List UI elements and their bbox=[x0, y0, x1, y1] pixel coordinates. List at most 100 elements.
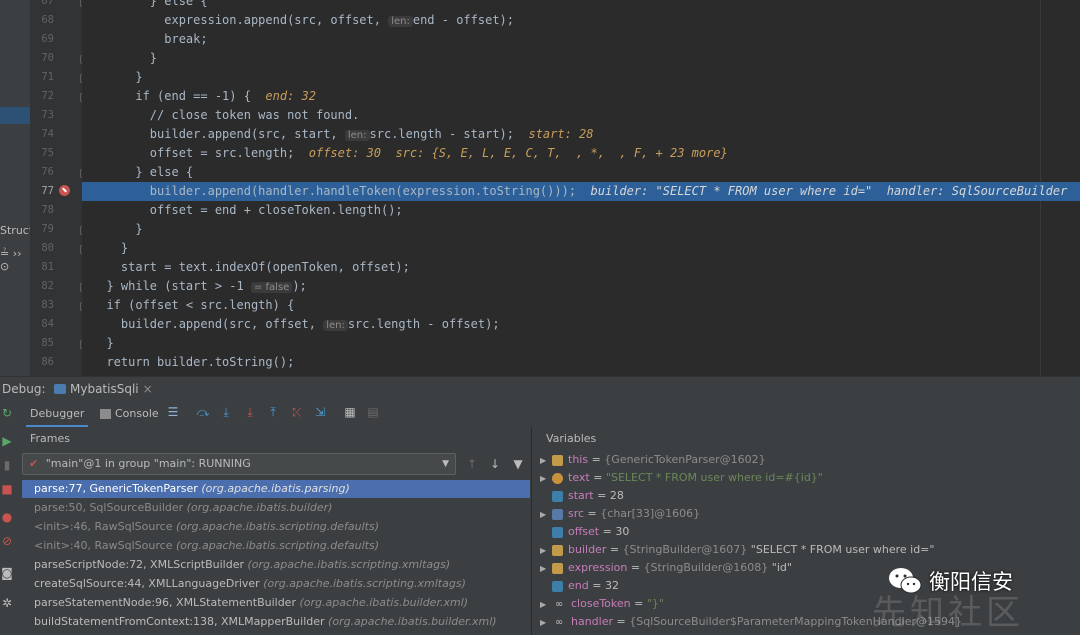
code-line[interactable]: } else { bbox=[82, 163, 1080, 182]
variable-row[interactable]: ▶ text = "SELECT * FROM user where id=#{i… bbox=[540, 469, 1080, 487]
code-line[interactable]: if (offset < src.length) { bbox=[82, 296, 1080, 315]
code-text: start = text.indexOf(openToken, offset); bbox=[92, 258, 410, 277]
variable-row[interactable]: start = 28 bbox=[540, 487, 1080, 505]
tab-debugger[interactable]: Debugger bbox=[26, 402, 89, 427]
stack-frame-row[interactable]: parseScriptNode:72, XMLScriptBuilder (or… bbox=[22, 556, 530, 574]
line-number[interactable]: 75 bbox=[30, 144, 54, 163]
expand-arrow-icon[interactable]: ▶ bbox=[540, 560, 550, 577]
code-line[interactable]: break; bbox=[82, 30, 1080, 49]
frame-package: (org.apache.ibatis.scripting.xmltags) bbox=[247, 558, 451, 571]
code-editor[interactable]: } else { expression.append(src, offset, … bbox=[82, 0, 1080, 376]
breakpoint-icon[interactable] bbox=[59, 185, 70, 196]
close-tab-icon[interactable]: × bbox=[143, 379, 153, 399]
expand-arrow-icon[interactable]: ▶ bbox=[540, 452, 550, 469]
step-into-icon[interactable]: ⤓ bbox=[243, 405, 257, 419]
line-number[interactable]: 76 bbox=[30, 163, 54, 182]
trace-icon[interactable]: ▤ bbox=[366, 405, 380, 419]
code-line[interactable]: } else { bbox=[82, 0, 1080, 11]
code-line[interactable]: builder.append(src, start, len: src.lengt… bbox=[82, 125, 1080, 144]
line-number[interactable]: 78 bbox=[30, 201, 54, 220]
code-line[interactable]: start = text.indexOf(openToken, offset); bbox=[82, 258, 1080, 277]
code-line[interactable]: offset = src.length; offset: 30 src: {S,… bbox=[82, 144, 1080, 163]
line-number[interactable]: 85 bbox=[30, 334, 54, 353]
line-number[interactable]: 81 bbox=[30, 258, 54, 277]
code-line[interactable]: return builder.toString(); bbox=[82, 353, 1080, 372]
pause-icon[interactable]: ▮ bbox=[0, 458, 14, 472]
line-number[interactable]: 86 bbox=[30, 353, 54, 372]
variable-type: {GenericTokenParser@1602} bbox=[604, 453, 766, 466]
expand-arrow-icon[interactable]: ▶ bbox=[540, 470, 550, 487]
code-line[interactable]: offset = end + closeToken.length(); bbox=[82, 201, 1080, 220]
line-number[interactable]: 69 bbox=[30, 30, 54, 49]
line-number[interactable]: 72 bbox=[30, 87, 54, 106]
view-breakpoints-icon[interactable]: ● bbox=[0, 510, 14, 524]
variable-row[interactable]: ▶ src = {char[33]@1606} bbox=[540, 505, 1080, 523]
stack-frame-row[interactable]: parse:77, GenericTokenParser (org.apache… bbox=[22, 480, 530, 498]
stack-frame-row[interactable]: parse:50, SqlSourceBuilder (org.apache.i… bbox=[22, 499, 530, 517]
structure-toolbar-icons[interactable]: ≟ ›› ⊙ bbox=[0, 247, 30, 273]
line-number[interactable]: 83 bbox=[30, 296, 54, 315]
expand-arrow-icon[interactable]: ▶ bbox=[540, 506, 550, 523]
tab-console[interactable]: Console bbox=[100, 402, 159, 425]
expand-arrow-icon[interactable]: ▶ bbox=[540, 596, 550, 613]
code-line[interactable]: } while (start > -1 = false); bbox=[82, 277, 1080, 296]
code-statement: start = text.indexOf(openToken, offset); bbox=[92, 260, 410, 274]
step-out-icon[interactable]: ⤒ bbox=[266, 405, 280, 419]
rerun-icon[interactable]: ↻ bbox=[0, 406, 14, 420]
filter-icon[interactable]: ▼ bbox=[511, 457, 525, 471]
expand-arrow-icon[interactable]: ▶ bbox=[540, 614, 550, 631]
stack-frame-row[interactable]: parseStatementNode:96, XMLStatementBuild… bbox=[22, 594, 530, 612]
line-number[interactable]: 67 bbox=[30, 0, 54, 11]
stop-icon[interactable]: ■ bbox=[0, 482, 14, 496]
stack-frame-row[interactable]: createSqlSource:44, XMLLanguageDriver (o… bbox=[22, 575, 530, 593]
code-line[interactable]: } bbox=[82, 334, 1080, 353]
code-line[interactable]: expression.append(src, offset, len: end -… bbox=[82, 11, 1080, 30]
line-number[interactable]: 74 bbox=[30, 125, 54, 144]
line-number[interactable]: 73 bbox=[30, 106, 54, 125]
code-statement: } else { bbox=[92, 0, 208, 8]
step-over-icon[interactable]: ⤓ bbox=[219, 405, 233, 419]
line-number[interactable]: 84 bbox=[30, 315, 54, 334]
line-number[interactable]: 79 bbox=[30, 220, 54, 239]
code-line[interactable]: } bbox=[82, 49, 1080, 68]
code-line[interactable]: } bbox=[82, 68, 1080, 87]
code-line[interactable]: if (end == -1) { end: 32 bbox=[82, 87, 1080, 106]
run-to-cursor-icon[interactable]: ⇲ bbox=[313, 405, 327, 419]
mute-breakpoints-icon[interactable]: ⊘ bbox=[0, 534, 14, 548]
code-line[interactable]: } bbox=[82, 220, 1080, 239]
code-text: builder.append(src, start, len: src.lengt… bbox=[92, 125, 594, 145]
evaluate-expression-icon[interactable]: ▦ bbox=[343, 405, 357, 419]
code-statement: } while (start > -1 bbox=[92, 279, 251, 293]
line-number[interactable]: 77 bbox=[30, 182, 54, 201]
equals-sign: = bbox=[613, 615, 630, 628]
frame-up-icon[interactable]: ↑ bbox=[465, 457, 479, 471]
code-line[interactable]: builder.append(handler.handleToken(expre… bbox=[82, 182, 1080, 201]
code-line[interactable]: builder.append(src, offset, len: src.leng… bbox=[82, 315, 1080, 334]
layout-menu-icon[interactable]: ☰ bbox=[166, 405, 180, 419]
code-line[interactable]: } bbox=[82, 239, 1080, 258]
variable-row[interactable]: offset = 30 bbox=[540, 523, 1080, 541]
line-number[interactable]: 71 bbox=[30, 68, 54, 87]
drop-frame-icon[interactable]: ⤪ bbox=[290, 405, 304, 419]
debug-session-tab[interactable]: MybatisSqli × bbox=[48, 379, 159, 399]
show-execution-point-icon[interactable]: ⤼ bbox=[196, 405, 210, 419]
code-line[interactable]: // close token was not found. bbox=[82, 106, 1080, 125]
settings-gear-icon[interactable]: ✲ bbox=[0, 596, 14, 610]
variable-name: start bbox=[568, 489, 594, 502]
stack-frame-row[interactable]: buildStatementFromContext:138, XMLMapper… bbox=[22, 613, 530, 631]
line-number[interactable]: 82 bbox=[30, 277, 54, 296]
project-tree-selection[interactable] bbox=[0, 107, 30, 124]
line-number[interactable]: 80 bbox=[30, 239, 54, 258]
expand-arrow-icon[interactable]: ▶ bbox=[540, 542, 550, 559]
camera-icon[interactable]: ◙ bbox=[0, 566, 14, 580]
line-number[interactable]: 70 bbox=[30, 49, 54, 68]
stack-frame-row[interactable]: <init>:46, RawSqlSource (org.apache.ibat… bbox=[22, 518, 530, 536]
resume-icon[interactable]: ▶ bbox=[0, 434, 14, 448]
variable-value: "SELECT * FROM user where id=#{id}" bbox=[605, 471, 823, 484]
thread-selector[interactable]: ✔ "main"@1 in group "main": RUNNING ▼ bbox=[22, 453, 456, 475]
variable-row[interactable]: ▶ this = {GenericTokenParser@1602} bbox=[540, 451, 1080, 469]
stack-frame-row[interactable]: <init>:40, RawSqlSource (org.apache.ibat… bbox=[22, 537, 530, 555]
line-number[interactable]: 68 bbox=[30, 11, 54, 30]
variable-row[interactable]: ▶ builder = {StringBuilder@1607} "SELECT … bbox=[540, 541, 1080, 559]
frame-down-icon[interactable]: ↓ bbox=[488, 457, 502, 471]
